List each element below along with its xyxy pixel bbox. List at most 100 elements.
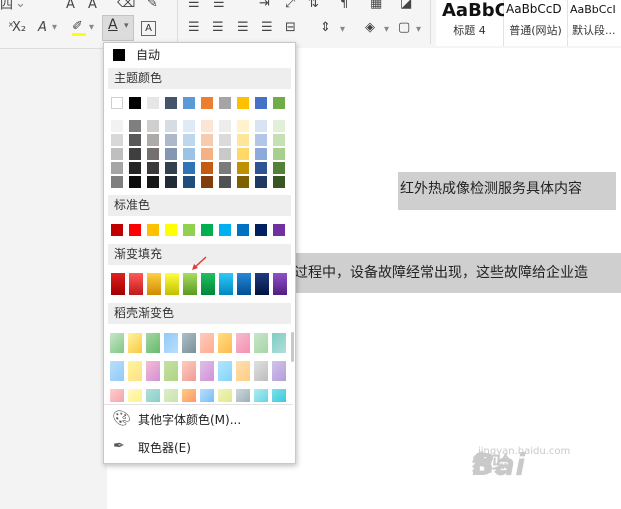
standard-color-swatch[interactable] bbox=[237, 224, 249, 236]
theme-shade-swatch[interactable] bbox=[201, 176, 213, 188]
align-center-icon[interactable]: ☰ bbox=[212, 20, 224, 36]
style-default-para[interactable]: AaBbCcI 默认段... bbox=[568, 0, 621, 46]
theme-color-swatch[interactable] bbox=[219, 97, 231, 109]
theme-shade-swatch[interactable] bbox=[111, 162, 123, 174]
fill-dropdown-icon[interactable]: ▾ bbox=[384, 22, 389, 38]
shell-gradient-swatch[interactable] bbox=[110, 389, 124, 402]
standard-color-swatch[interactable] bbox=[201, 224, 213, 236]
fill-bucket-icon[interactable]: ◈ bbox=[365, 20, 375, 36]
style-normal-web[interactable]: AaBbCcD 普通(网站) bbox=[504, 0, 568, 46]
border-dropdown-icon[interactable]: ▾ bbox=[416, 22, 421, 38]
theme-shade-swatch[interactable] bbox=[147, 176, 159, 188]
style-heading4[interactable]: AaBbC 标题 4 bbox=[436, 0, 508, 46]
text-effect-dropdown-icon[interactable]: ▾ bbox=[52, 20, 57, 36]
theme-shade-swatch[interactable] bbox=[183, 120, 195, 132]
shell-gradient-swatch[interactable] bbox=[236, 333, 250, 353]
clear-format-icon[interactable]: ⌫ bbox=[117, 0, 135, 12]
theme-shade-swatch[interactable] bbox=[219, 134, 231, 146]
theme-shade-swatch[interactable] bbox=[147, 120, 159, 132]
theme-shade-swatch[interactable] bbox=[129, 148, 141, 160]
theme-color-swatch[interactable] bbox=[201, 97, 213, 109]
standard-color-swatch[interactable] bbox=[183, 224, 195, 236]
theme-color-swatch[interactable] bbox=[129, 97, 141, 109]
theme-shade-swatch[interactable] bbox=[255, 134, 267, 146]
shell-gradient-swatch[interactable] bbox=[110, 333, 124, 353]
theme-shade-swatch[interactable] bbox=[237, 148, 249, 160]
standard-color-swatch[interactable] bbox=[219, 224, 231, 236]
theme-shade-swatch[interactable] bbox=[255, 176, 267, 188]
theme-shade-swatch[interactable] bbox=[201, 148, 213, 160]
shell-gradient-swatch[interactable] bbox=[200, 389, 214, 402]
theme-color-swatch[interactable] bbox=[111, 97, 123, 109]
shell-gradient-swatch[interactable] bbox=[218, 361, 232, 381]
line-spacing-dropdown-icon[interactable]: ▾ bbox=[340, 22, 345, 38]
theme-shade-swatch[interactable] bbox=[111, 120, 123, 132]
shell-gradient-swatch[interactable] bbox=[128, 389, 142, 402]
shell-gradient-swatch[interactable] bbox=[164, 361, 178, 381]
text-effect-button[interactable]: A bbox=[38, 20, 47, 36]
gradient-color-swatch[interactable] bbox=[111, 273, 125, 295]
theme-shade-swatch[interactable] bbox=[147, 148, 159, 160]
theme-shade-swatch[interactable] bbox=[255, 162, 267, 174]
theme-shade-swatch[interactable] bbox=[237, 162, 249, 174]
theme-color-swatch[interactable] bbox=[255, 97, 267, 109]
theme-shade-swatch[interactable] bbox=[165, 148, 177, 160]
theme-shade-swatch[interactable] bbox=[255, 148, 267, 160]
theme-color-swatch[interactable] bbox=[183, 97, 195, 109]
theme-shade-swatch[interactable] bbox=[255, 120, 267, 132]
theme-shade-swatch[interactable] bbox=[129, 162, 141, 174]
chinese-layout-icon[interactable]: ⤢ bbox=[285, 0, 295, 12]
number-list-icon[interactable]: ☰ bbox=[213, 0, 225, 12]
phonetic-icon[interactable]: ✎ bbox=[147, 0, 158, 12]
theme-shade-swatch[interactable] bbox=[147, 134, 159, 146]
standard-color-swatch[interactable] bbox=[255, 224, 267, 236]
eyedropper-item[interactable]: ✒ 取色器(E) bbox=[105, 435, 292, 459]
shell-gradient-swatch[interactable] bbox=[146, 389, 160, 402]
theme-shade-swatch[interactable] bbox=[183, 148, 195, 160]
shell-gradient-swatch[interactable] bbox=[272, 361, 286, 381]
theme-shade-swatch[interactable] bbox=[273, 162, 285, 174]
sort-icon[interactable]: ⇅ bbox=[308, 0, 319, 12]
theme-shade-swatch[interactable] bbox=[237, 134, 249, 146]
indent-icon[interactable]: ⇥ bbox=[259, 0, 270, 12]
theme-shade-swatch[interactable] bbox=[111, 134, 123, 146]
theme-color-swatch[interactable] bbox=[165, 97, 177, 109]
theme-shade-swatch[interactable] bbox=[201, 120, 213, 132]
theme-shade-swatch[interactable] bbox=[129, 176, 141, 188]
theme-shade-swatch[interactable] bbox=[183, 176, 195, 188]
shell-gradient-swatch[interactable] bbox=[182, 333, 196, 353]
gradient-color-swatch[interactable] bbox=[237, 273, 251, 295]
gradient-color-swatch[interactable] bbox=[147, 273, 161, 295]
standard-color-swatch[interactable] bbox=[165, 224, 177, 236]
theme-shade-swatch[interactable] bbox=[165, 134, 177, 146]
border-box-icon[interactable]: ▢ bbox=[398, 20, 410, 36]
shell-gradient-swatch[interactable] bbox=[182, 361, 196, 381]
distribute-icon[interactable]: ⊟ bbox=[285, 20, 296, 36]
line-spacing-icon[interactable]: ⇕ bbox=[320, 20, 331, 36]
theme-shade-swatch[interactable] bbox=[201, 162, 213, 174]
gradient-color-swatch[interactable] bbox=[255, 273, 269, 295]
auto-color-item[interactable]: 自动 bbox=[105, 43, 292, 67]
gradient-color-swatch[interactable] bbox=[129, 273, 143, 295]
theme-shade-swatch[interactable] bbox=[273, 134, 285, 146]
theme-shade-swatch[interactable] bbox=[147, 162, 159, 174]
shell-gradient-swatch[interactable] bbox=[146, 361, 160, 381]
theme-shade-swatch[interactable] bbox=[111, 176, 123, 188]
highlighted-heading[interactable]: 红外热成像检测服务具体内容 bbox=[398, 172, 616, 210]
shell-gradient-swatch[interactable] bbox=[200, 333, 214, 353]
highlighted-paragraph[interactable]: 过程中，设备故障经常出现，这些故障给企业造 bbox=[294, 253, 621, 293]
theme-shade-swatch[interactable] bbox=[273, 148, 285, 160]
shell-gradient-swatch[interactable] bbox=[236, 389, 250, 402]
theme-shade-swatch[interactable] bbox=[219, 120, 231, 132]
theme-shade-swatch[interactable] bbox=[273, 120, 285, 132]
theme-shade-swatch[interactable] bbox=[273, 176, 285, 188]
show-marks-icon[interactable]: ¶ bbox=[340, 0, 348, 12]
shell-gradient-swatch[interactable] bbox=[128, 333, 142, 353]
scrollbar-thumb[interactable] bbox=[291, 332, 294, 362]
standard-color-swatch[interactable] bbox=[147, 224, 159, 236]
shell-gradient-swatch[interactable] bbox=[236, 361, 250, 381]
shell-gradient-swatch[interactable] bbox=[164, 389, 178, 402]
shell-gradient-swatch[interactable] bbox=[182, 389, 196, 402]
gradient-color-swatch[interactable] bbox=[273, 273, 287, 295]
bullet-list-icon[interactable]: ☰ bbox=[188, 0, 200, 12]
